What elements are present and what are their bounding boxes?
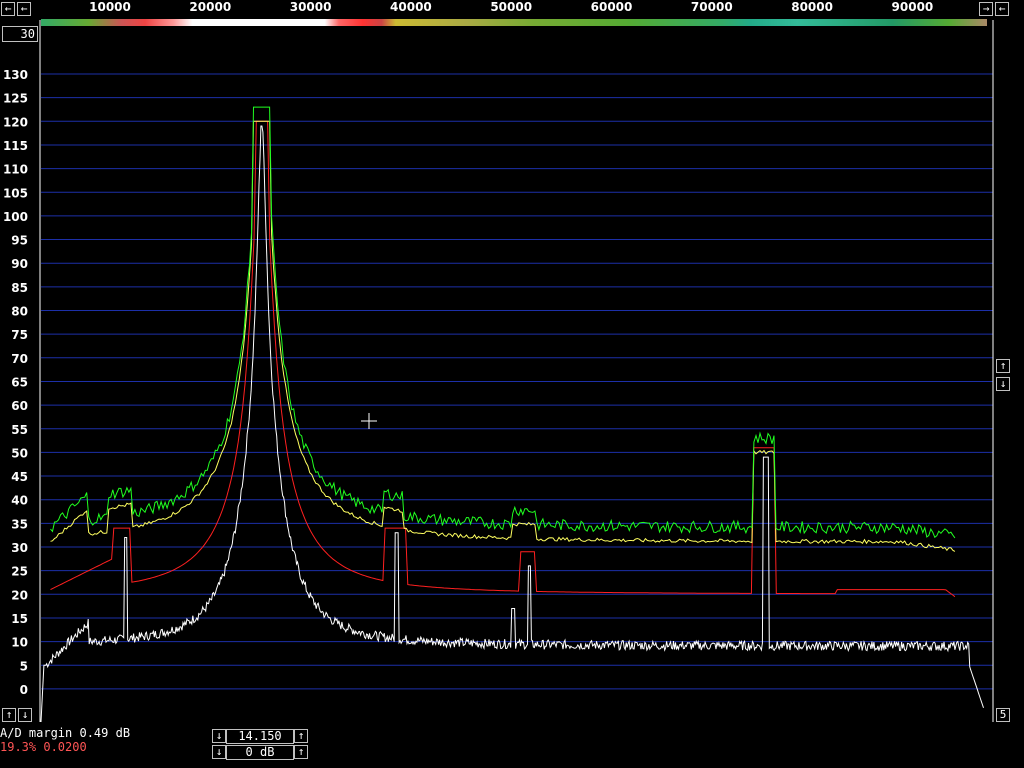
y-axis-label: 35 <box>11 517 28 531</box>
y-axis-label: 50 <box>11 446 28 460</box>
offset-up-button[interactable]: ↑ <box>294 745 308 759</box>
scale-down-button[interactable]: ↓ <box>996 377 1010 391</box>
gain-down-button[interactable]: ↓ <box>212 729 226 743</box>
y-axis-label: 115 <box>3 139 28 153</box>
y-axis-label: 60 <box>11 399 28 413</box>
y-axis-label: 130 <box>3 68 28 82</box>
y-axis-label: 105 <box>3 186 28 200</box>
y-axis-label: 40 <box>11 494 28 508</box>
gain-value-field[interactable]: 14.150 <box>226 729 294 744</box>
y-axis-label: 85 <box>11 281 28 295</box>
y-axis-label: 30 <box>11 541 28 555</box>
y-axis-label: 100 <box>3 210 28 224</box>
y-axis-label: 125 <box>3 92 28 106</box>
y-axis-label: 95 <box>11 234 28 248</box>
y-axis-label: 70 <box>11 352 28 366</box>
y-axis-label: 45 <box>11 470 28 484</box>
scale-up-button[interactable]: ↑ <box>996 359 1010 373</box>
y-axis-label: 10 <box>11 636 28 650</box>
y-axis-label: 75 <box>11 328 28 342</box>
level-controls: ↓ 14.150 ↑ ↓ 0 dB ↑ <box>212 729 308 763</box>
y-axis-label: 90 <box>11 257 28 271</box>
bottom-left-up-button[interactable]: ↑ <box>2 708 16 722</box>
arrow-up-icon: ↑ <box>297 729 305 742</box>
y-axis-label: 55 <box>11 423 28 437</box>
y-axis-label: 0 <box>20 683 28 697</box>
spectrum-plot[interactable]: 1301251201151101051009590858075706560555… <box>0 0 1024 768</box>
y-axis-label: 120 <box>3 115 28 129</box>
offset-down-button[interactable]: ↓ <box>212 745 226 759</box>
bottom-left-down-button[interactable]: ↓ <box>18 708 32 722</box>
y-axis-label: 80 <box>11 305 28 319</box>
gain-up-button[interactable]: ↑ <box>294 729 308 743</box>
y-axis-label: 110 <box>3 163 28 177</box>
y-axis-label: 15 <box>11 612 28 626</box>
grid-lines <box>41 73 993 690</box>
trace-line <box>50 120 956 552</box>
spectrum-traces <box>40 106 984 723</box>
y-axis-label: 25 <box>11 565 28 579</box>
y-axis-label: 5 <box>20 659 28 673</box>
arrow-down-icon: ↓ <box>999 377 1007 390</box>
arrow-down-icon: ↓ <box>215 745 223 758</box>
y-axis-label: 20 <box>11 588 28 602</box>
trace-line <box>50 106 956 539</box>
arrow-up-icon: ↑ <box>999 359 1007 372</box>
arrow-up-icon: ↑ <box>297 745 305 758</box>
y-axis-labels: 1301251201151101051009590858075706560555… <box>3 68 28 697</box>
arrow-down-icon: ↓ <box>215 729 223 742</box>
crosshair-cursor <box>361 413 377 429</box>
bottom-right-value-box[interactable]: 5 <box>996 708 1010 722</box>
y-axis-label: 65 <box>11 375 28 389</box>
ad-margin-text: A/D margin 0.49 dB <box>0 726 131 740</box>
arrow-up-icon: ↑ <box>5 708 13 721</box>
arrow-down-icon: ↓ <box>21 708 29 721</box>
cpu-load-text: 19.3% 0.0200 <box>0 740 87 754</box>
offset-value-field[interactable]: 0 dB <box>226 745 294 760</box>
